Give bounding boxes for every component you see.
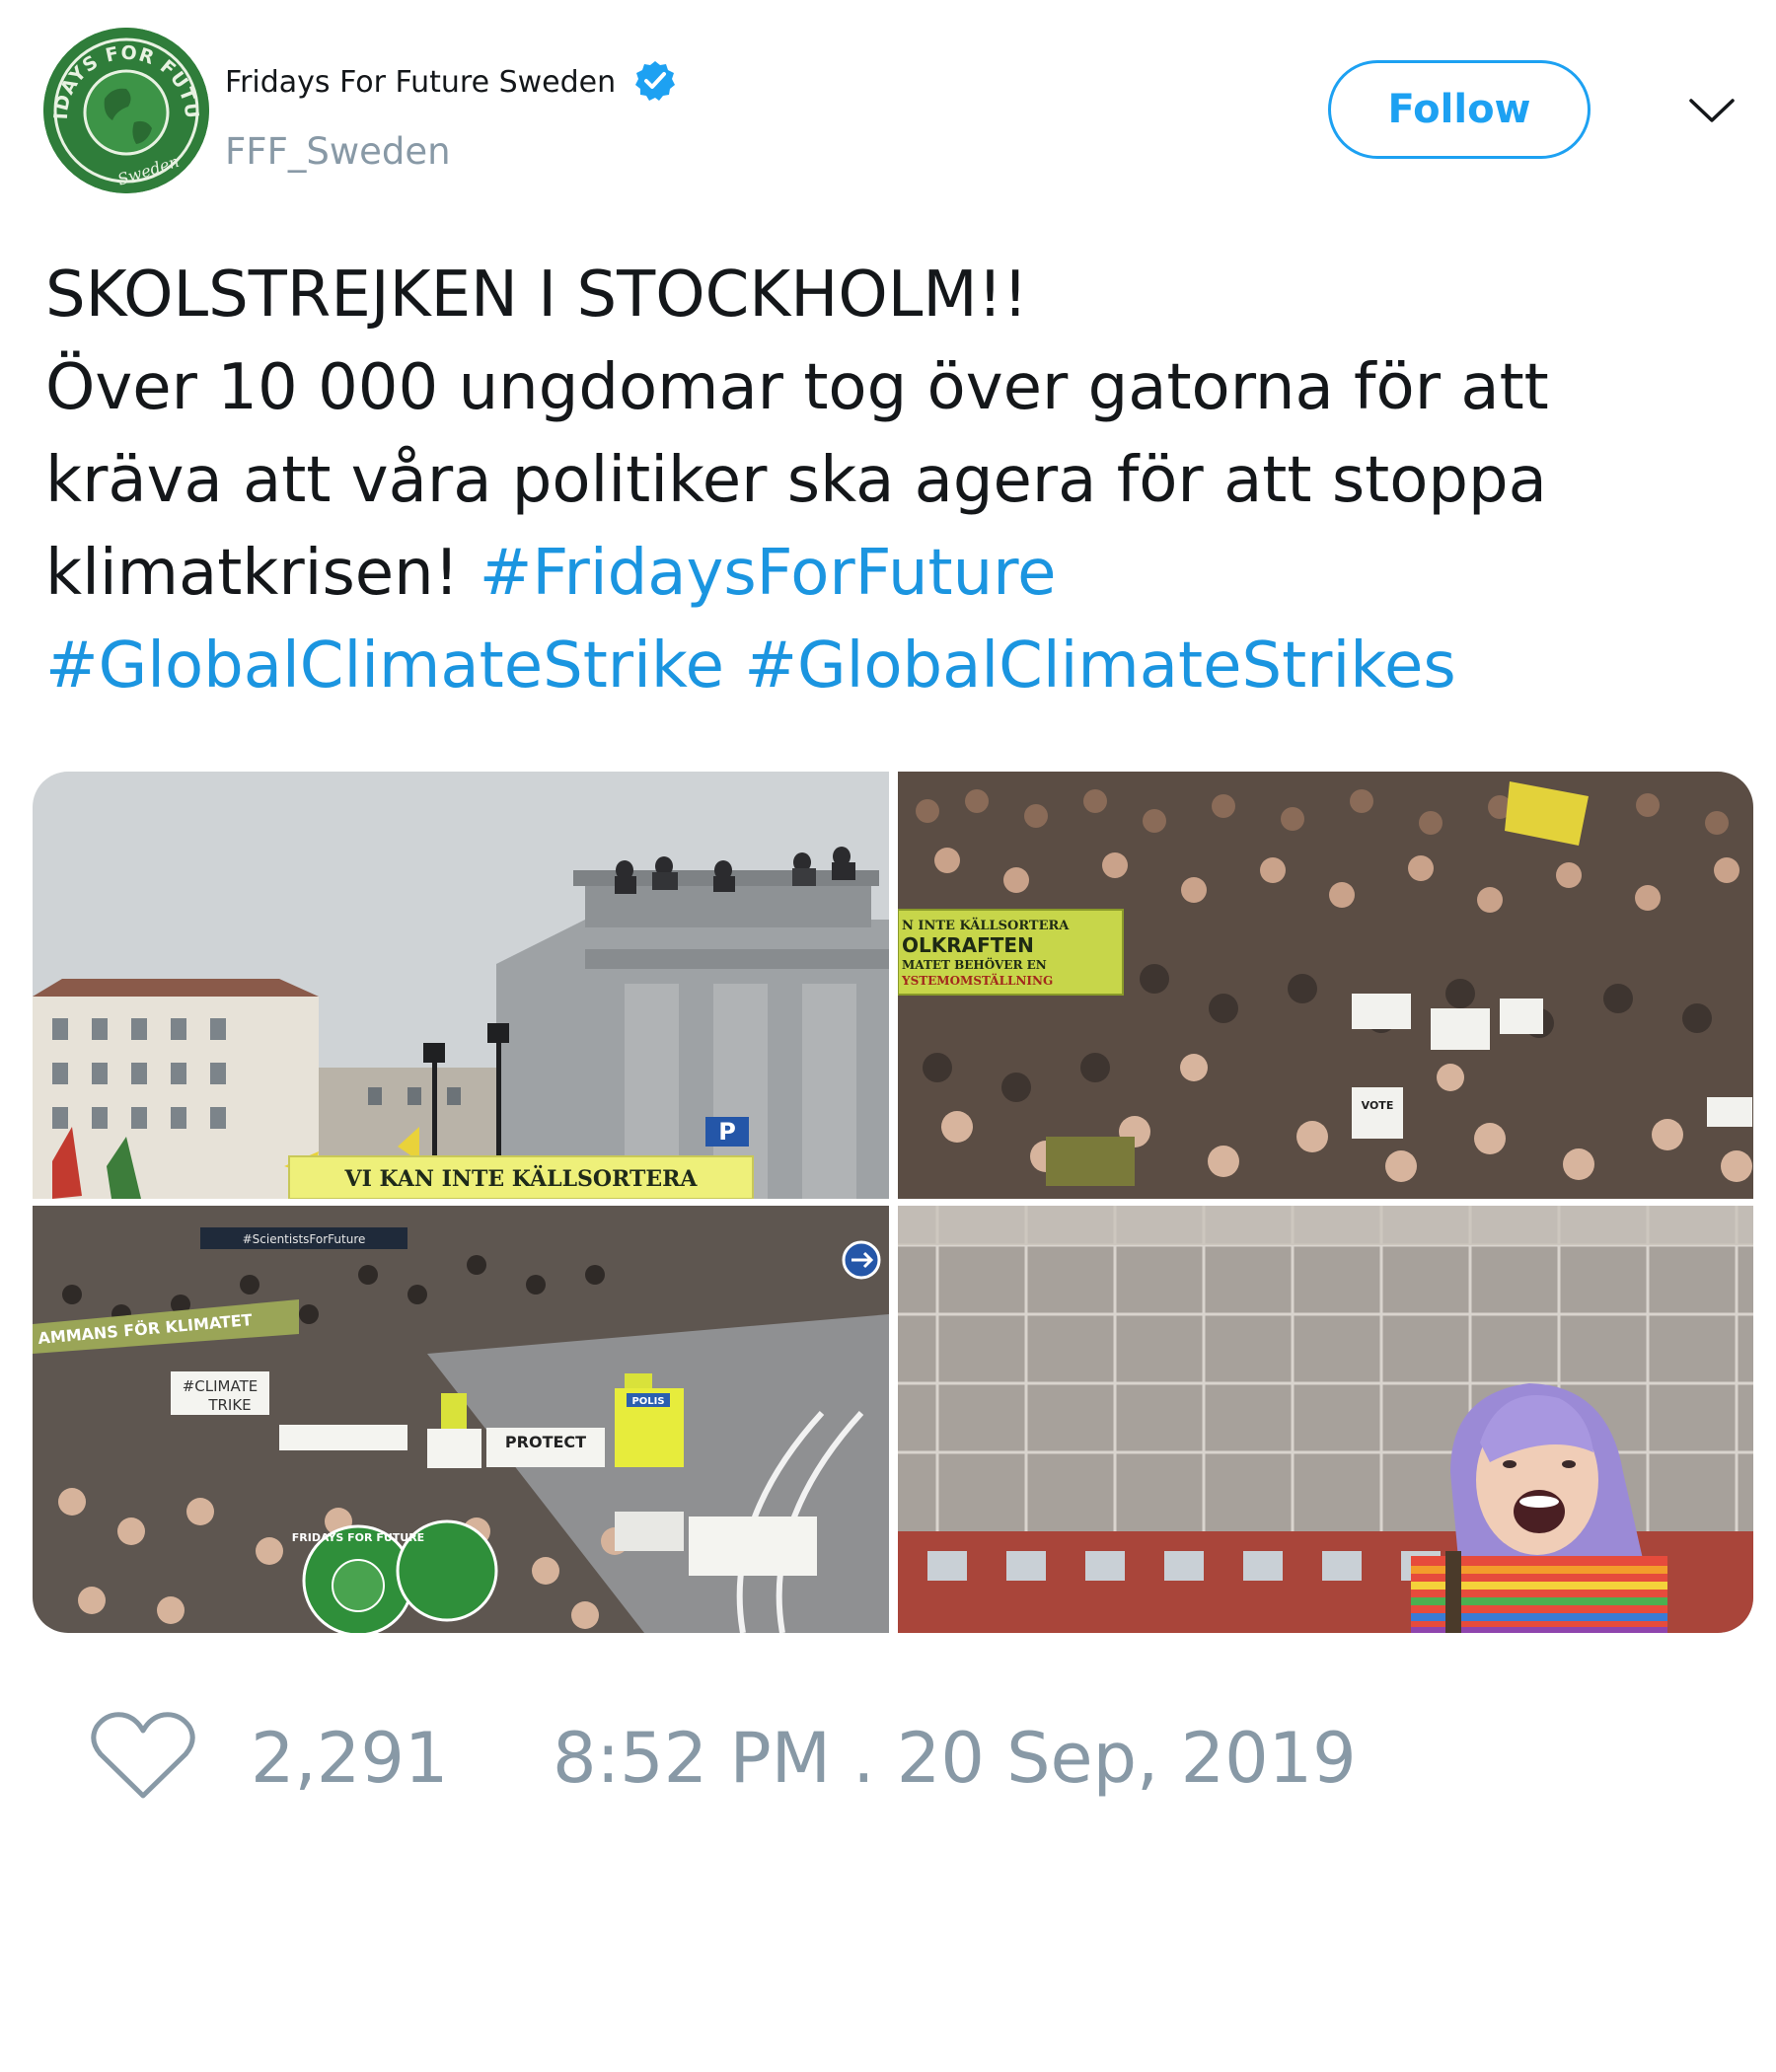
banner-vi-kan-inte-kallsortera: VI KAN INTE KÄLLSORTERA bbox=[344, 1164, 699, 1192]
crowd-banner-line-2: OLKRAFTEN bbox=[902, 933, 1034, 957]
photo-march-signs[interactable]: POLIS #ScientistsForFuture AMMANS FÖR KL… bbox=[33, 1206, 889, 1633]
photo-crowd-banner-image: N INTE KÄLLSORTERA OLKRAFTEN MATET BEHÖV… bbox=[898, 772, 1753, 1199]
author-handle[interactable]: FFF_Sweden bbox=[225, 130, 451, 174]
author-display-name[interactable]: Fridays For Future Sweden bbox=[225, 65, 616, 101]
crowd-sign-vote: VOTE bbox=[1362, 1099, 1394, 1112]
tweet-timestamp[interactable]: 8:52 PM . 20 Sep, 2019 bbox=[553, 1719, 1357, 1798]
tweet-line-2: Över 10 000 ungdomar tog över gatorna fö… bbox=[45, 351, 1549, 424]
tweet-line-1: SKOLSTREJKEN I STOCKHOLM!! bbox=[45, 259, 1028, 332]
crowd-banner-line-4: YSTEMOMSTÄLLNING bbox=[901, 973, 1053, 988]
photo-building-rooftop-image: P VI KAN INTE KÄLLSORTERA bbox=[33, 772, 889, 1199]
follow-button[interactable]: Follow bbox=[1328, 60, 1591, 159]
photo-girl-cheering[interactable] bbox=[898, 1206, 1753, 1633]
crowd-banner-line-3: MATET BEHÖVER EN bbox=[902, 956, 1047, 972]
photo-girl-cheering-image bbox=[898, 1206, 1753, 1633]
photo-building-rooftop[interactable]: P VI KAN INTE KÄLLSORTERA bbox=[33, 772, 889, 1199]
strike-sign-text: TRIKE bbox=[207, 1396, 251, 1414]
avatar[interactable]: FRIDAYS FOR FUTURE Sweden bbox=[43, 28, 209, 193]
scientists-banner-text: #ScientistsForFuture bbox=[243, 1232, 366, 1246]
hashtag-globalclimatestrikes[interactable]: #GlobalClimateStrikes bbox=[744, 629, 1455, 703]
climate-sign-text: #CLIMATE bbox=[183, 1377, 259, 1395]
police-vest-text: POLIS bbox=[631, 1396, 664, 1407]
like-count: 2,291 bbox=[251, 1718, 449, 1799]
tweet-line-3: kräva att våra politiker ska agera för a… bbox=[45, 444, 1547, 517]
chevron-down-icon[interactable] bbox=[1687, 91, 1737, 130]
media-grid: P VI KAN INTE KÄLLSORTERA N INTE KÄLLSOR… bbox=[33, 772, 1753, 1633]
crowd-banner-line-1: N INTE KÄLLSORTERA bbox=[902, 918, 1070, 933]
protect-sign-text: PROTECT bbox=[505, 1433, 586, 1451]
tweet-text: SKOLSTREJKEN I STOCKHOLM!! Över 10 000 u… bbox=[45, 249, 1733, 712]
hashtag-fridaysforfuture[interactable]: #FridaysForFuture bbox=[480, 537, 1057, 610]
tweet-line-4-text: klimatkrisen! bbox=[45, 537, 480, 610]
fff-logo-text: FRIDAYS FOR FUTURE bbox=[292, 1531, 424, 1544]
hashtag-globalclimatestrike[interactable]: #GlobalClimateStrike bbox=[45, 629, 724, 703]
photo-march-signs-image: POLIS #ScientistsForFuture AMMANS FÖR KL… bbox=[33, 1206, 889, 1633]
heart-icon[interactable] bbox=[89, 1709, 197, 1804]
tweet-line-5: #GlobalClimateStrike #GlobalClimateStrik… bbox=[45, 620, 1733, 712]
photo-crowd-banner[interactable]: N INTE KÄLLSORTERA OLKRAFTEN MATET BEHÖV… bbox=[898, 772, 1753, 1199]
tweet-line-4: klimatkrisen! #FridaysForFuture bbox=[45, 527, 1733, 620]
parking-sign-text: P bbox=[718, 1118, 736, 1146]
fridays-for-future-logo-icon: FRIDAYS FOR FUTURE Sweden bbox=[43, 28, 209, 193]
verified-badge-icon bbox=[635, 61, 675, 101]
